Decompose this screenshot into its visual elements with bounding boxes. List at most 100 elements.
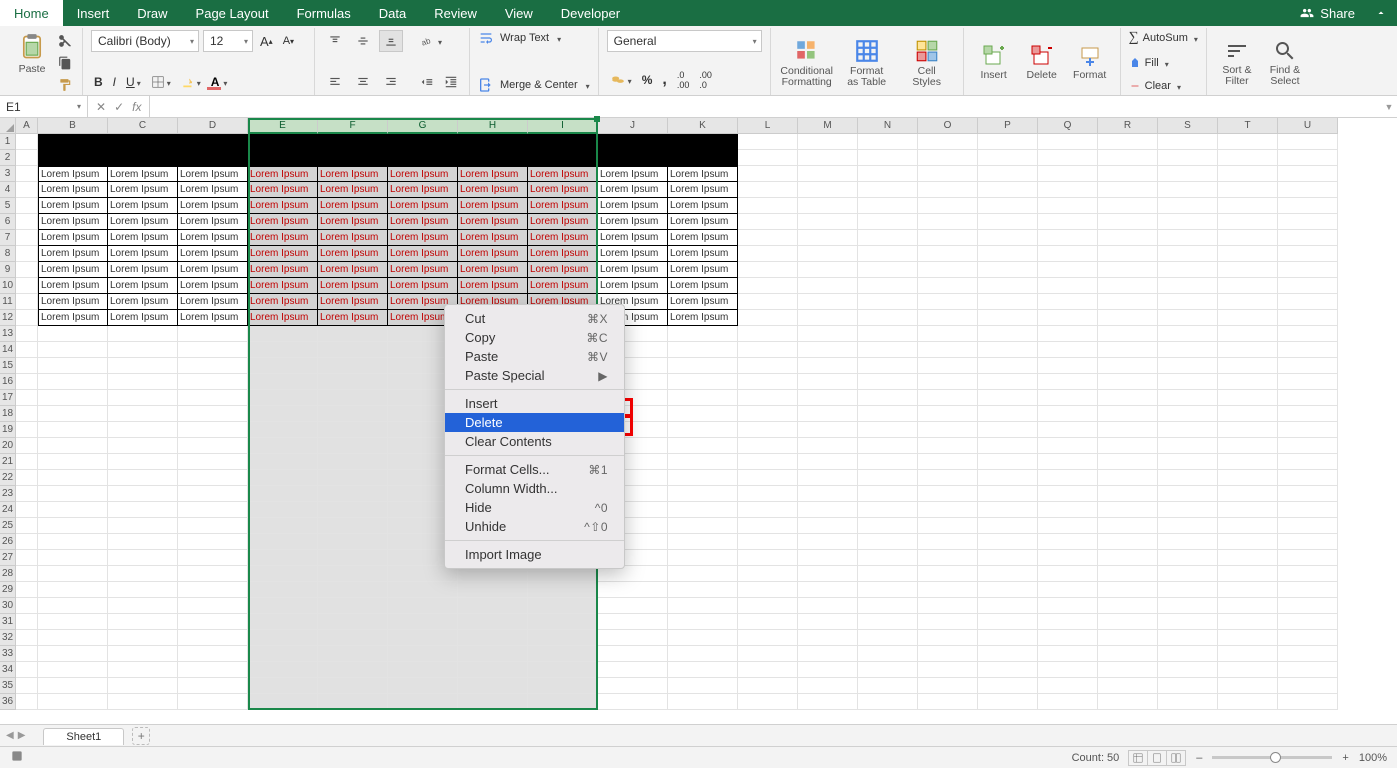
cell-M2[interactable] xyxy=(798,150,858,166)
row-header-20[interactable]: 20 xyxy=(0,438,16,454)
cell-T10[interactable] xyxy=(1218,278,1278,294)
cell-N15[interactable] xyxy=(858,358,918,374)
cell-N33[interactable] xyxy=(858,646,918,662)
cell-D6[interactable]: Lorem Ipsum xyxy=(178,214,248,230)
cell-A17[interactable] xyxy=(16,390,38,406)
cell-K30[interactable] xyxy=(668,598,738,614)
format-painter-icon[interactable] xyxy=(56,76,74,94)
cell-D11[interactable]: Lorem Ipsum xyxy=(178,294,248,310)
cell-L22[interactable] xyxy=(738,470,798,486)
cell-E33[interactable] xyxy=(248,646,318,662)
cell-Q4[interactable] xyxy=(1038,182,1098,198)
cell-R14[interactable] xyxy=(1098,342,1158,358)
cell-C25[interactable] xyxy=(108,518,178,534)
border-button[interactable] xyxy=(148,72,174,92)
ctx-paste[interactable]: Paste⌘V xyxy=(445,347,624,366)
cell-F21[interactable] xyxy=(318,454,388,470)
cell-B15[interactable] xyxy=(38,358,108,374)
cell-R8[interactable] xyxy=(1098,246,1158,262)
cell-A23[interactable] xyxy=(16,486,38,502)
cell-H34[interactable] xyxy=(458,662,528,678)
cell-S35[interactable] xyxy=(1158,678,1218,694)
cell-C24[interactable] xyxy=(108,502,178,518)
cell-F10[interactable]: Lorem Ipsum xyxy=(318,278,388,294)
row-header-1[interactable]: 1 xyxy=(0,134,16,150)
cell-N14[interactable] xyxy=(858,342,918,358)
cell-Q36[interactable] xyxy=(1038,694,1098,710)
cell-F7[interactable]: Lorem Ipsum xyxy=(318,230,388,246)
cell-F4[interactable]: Lorem Ipsum xyxy=(318,182,388,198)
cell-B26[interactable] xyxy=(38,534,108,550)
cell-Q19[interactable] xyxy=(1038,422,1098,438)
cell-D34[interactable] xyxy=(178,662,248,678)
cell-G3[interactable]: Lorem Ipsum xyxy=(388,166,458,182)
cell-M36[interactable] xyxy=(798,694,858,710)
sort-filter-button[interactable]: Sort &Filter xyxy=(1215,37,1259,87)
cell-I5[interactable]: Lorem Ipsum xyxy=(528,198,598,214)
cell-J1[interactable] xyxy=(598,134,668,150)
row-header-4[interactable]: 4 xyxy=(0,182,16,198)
cell-F19[interactable] xyxy=(318,422,388,438)
cell-I10[interactable]: Lorem Ipsum xyxy=(528,278,598,294)
cell-Q16[interactable] xyxy=(1038,374,1098,390)
cell-O19[interactable] xyxy=(918,422,978,438)
cell-G34[interactable] xyxy=(388,662,458,678)
cell-P29[interactable] xyxy=(978,582,1038,598)
cell-E18[interactable] xyxy=(248,406,318,422)
cell-Q14[interactable] xyxy=(1038,342,1098,358)
cell-F25[interactable] xyxy=(318,518,388,534)
cell-E5[interactable]: Lorem Ipsum xyxy=(248,198,318,214)
cell-N8[interactable] xyxy=(858,246,918,262)
cell-A36[interactable] xyxy=(16,694,38,710)
cell-R28[interactable] xyxy=(1098,566,1158,582)
cell-T20[interactable] xyxy=(1218,438,1278,454)
cell-T28[interactable] xyxy=(1218,566,1278,582)
cell-N35[interactable] xyxy=(858,678,918,694)
cell-D15[interactable] xyxy=(178,358,248,374)
cell-P1[interactable] xyxy=(978,134,1038,150)
cell-E27[interactable] xyxy=(248,550,318,566)
cell-D32[interactable] xyxy=(178,630,248,646)
cell-N5[interactable] xyxy=(858,198,918,214)
cell-O33[interactable] xyxy=(918,646,978,662)
cell-Q22[interactable] xyxy=(1038,470,1098,486)
cell-K24[interactable] xyxy=(668,502,738,518)
cell-E31[interactable] xyxy=(248,614,318,630)
insert-cells-button[interactable]: Insert xyxy=(972,42,1016,81)
cell-K6[interactable]: Lorem Ipsum xyxy=(668,214,738,230)
cell-Q35[interactable] xyxy=(1038,678,1098,694)
clear-button[interactable]: Clear xyxy=(1145,80,1171,92)
cell-J30[interactable] xyxy=(598,598,668,614)
cell-T7[interactable] xyxy=(1218,230,1278,246)
cell-P35[interactable] xyxy=(978,678,1038,694)
cell-U18[interactable] xyxy=(1278,406,1338,422)
cell-T33[interactable] xyxy=(1218,646,1278,662)
cell-P33[interactable] xyxy=(978,646,1038,662)
cell-B27[interactable] xyxy=(38,550,108,566)
cell-C30[interactable] xyxy=(108,598,178,614)
cell-T3[interactable] xyxy=(1218,166,1278,182)
cell-O9[interactable] xyxy=(918,262,978,278)
cell-I1[interactable] xyxy=(528,134,598,150)
cell-N20[interactable] xyxy=(858,438,918,454)
cell-T16[interactable] xyxy=(1218,374,1278,390)
cell-J4[interactable]: Lorem Ipsum xyxy=(598,182,668,198)
cell-E15[interactable] xyxy=(248,358,318,374)
cell-A7[interactable] xyxy=(16,230,38,246)
cell-J31[interactable] xyxy=(598,614,668,630)
cell-L12[interactable] xyxy=(738,310,798,326)
cell-J5[interactable]: Lorem Ipsum xyxy=(598,198,668,214)
cell-F11[interactable]: Lorem Ipsum xyxy=(318,294,388,310)
cell-P31[interactable] xyxy=(978,614,1038,630)
cell-S22[interactable] xyxy=(1158,470,1218,486)
cell-Q18[interactable] xyxy=(1038,406,1098,422)
cell-U27[interactable] xyxy=(1278,550,1338,566)
cell-O7[interactable] xyxy=(918,230,978,246)
cell-K14[interactable] xyxy=(668,342,738,358)
cell-E19[interactable] xyxy=(248,422,318,438)
cell-B4[interactable]: Lorem Ipsum xyxy=(38,182,108,198)
cell-I2[interactable] xyxy=(528,150,598,166)
cell-R13[interactable] xyxy=(1098,326,1158,342)
cell-U15[interactable] xyxy=(1278,358,1338,374)
cell-P2[interactable] xyxy=(978,150,1038,166)
